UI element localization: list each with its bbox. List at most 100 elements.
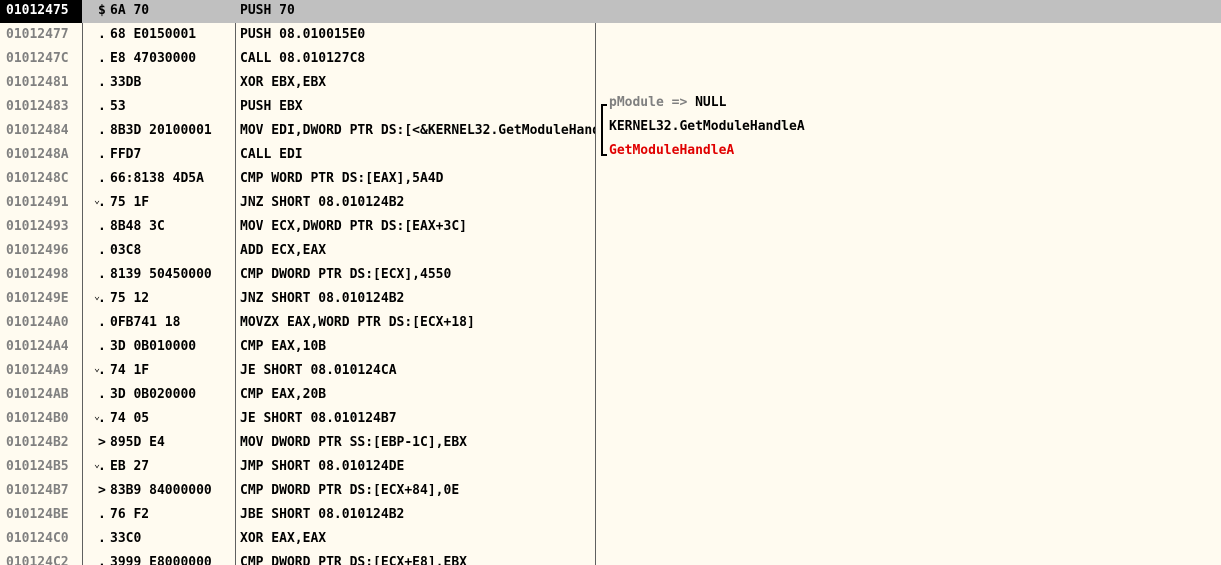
- disassembly-cell: PUSH 08.010015E0: [240, 27, 366, 42]
- disasm-row[interactable]: 0101248C. 66:8138 4D5A CMP WORD PTR DS:[EA…: [0, 167, 1221, 191]
- hex-dump-cell: . 53: [90, 95, 236, 119]
- disasm-row[interactable]: 010124B7 >83B9 84000000 CMP DWORD PTR DS:[…: [0, 479, 1221, 503]
- flow-marker: .: [98, 51, 106, 66]
- hex-dump-cell: . 03C8: [90, 239, 236, 263]
- disasm-row[interactable]: 01012477. 68 E0150001 PUSH 08.010015E0: [0, 23, 1221, 47]
- jump-down-icon: .: [90, 287, 110, 311]
- hex-bytes: FFD7: [110, 147, 142, 162]
- address-cell: 0101247C: [6, 51, 69, 66]
- address-cell: 01012483: [6, 99, 69, 114]
- address-cell: 010124C0: [6, 531, 69, 546]
- hex-bytes: 53: [110, 99, 126, 114]
- flow-marker: .: [98, 27, 106, 42]
- flow-marker: .: [98, 243, 106, 258]
- disassembly-cell: PUSH EBX: [240, 99, 303, 114]
- hex-bytes: 895D E4: [110, 435, 165, 450]
- hex-dump-cell: . 3D 0B010000: [90, 335, 236, 359]
- address-cell: 01012493: [6, 219, 69, 234]
- hex-dump-cell: .75 1F: [90, 191, 236, 215]
- address-cell: 010124AB: [6, 387, 69, 402]
- comment-arrow: =>: [663, 95, 696, 110]
- disasm-row[interactable]: 01012493. 8B48 3C MOV ECX,DWORD PTR DS:[EA…: [0, 215, 1221, 239]
- disassembly-cell: XOR EAX,EAX: [240, 531, 327, 546]
- disasm-row[interactable]: 0101247C. E8 47030000 CALL 08.010127C8: [0, 47, 1221, 71]
- flow-marker: .: [98, 555, 106, 565]
- disassembly-cell: CMP DWORD PTR DS:[ECX],4550: [240, 267, 452, 282]
- hex-bytes: 33C0: [110, 531, 142, 546]
- address-cell: 010124A0: [6, 315, 69, 330]
- hex-dump-cell: $6A 70: [90, 0, 236, 23]
- address-cell: 01012491: [6, 195, 69, 210]
- hex-bytes: 03C8: [110, 243, 142, 258]
- disassembly-cell: MOV EDI,DWORD PTR DS:[<&KERNEL32.GetModu…: [240, 123, 595, 138]
- flow-marker: .: [98, 123, 106, 138]
- disasm-row[interactable]: 01012491 .75 1F JNZ SHORT 08.010124B2: [0, 191, 1221, 215]
- hex-bytes: 3D 0B010000: [110, 339, 197, 354]
- disasm-row[interactable]: 010124AB. 3D 0B020000 CMP EAX,20B: [0, 383, 1221, 407]
- disassembly-cell: JMP SHORT 08.010124DE: [240, 459, 405, 474]
- address-cell: 010124A4: [6, 339, 69, 354]
- disasm-row[interactable]: 010124B2 >895D E4 MOV DWORD PTR SS:[EBP-1C…: [0, 431, 1221, 455]
- flow-marker: .: [98, 171, 106, 186]
- disasm-row[interactable]: 01012498 . 8139 50450000 CMP DWORD PTR DS:[…: [0, 263, 1221, 287]
- hex-bytes: 8139 50450000: [110, 267, 212, 282]
- hex-bytes: 66:8138 4D5A: [110, 171, 204, 186]
- hex-dump-cell: . FFD7: [90, 143, 236, 167]
- address-cell: 01012496: [6, 243, 69, 258]
- flow-marker: >: [98, 483, 106, 498]
- address-cell: 0101248C: [6, 171, 69, 186]
- disasm-row[interactable]: 01012496. 03C8 ADD ECX,EAX: [0, 239, 1221, 263]
- hex-bytes: 8B3D 20100001: [110, 123, 212, 138]
- disasm-row[interactable]: 010124A4. 3D 0B010000 CMP EAX,10B: [0, 335, 1221, 359]
- disassembly-cell: CMP WORD PTR DS:[EAX],5A4D: [240, 171, 444, 186]
- comment-param-name: pModule: [609, 95, 664, 110]
- hex-bytes: 3999 E8000000: [110, 555, 212, 565]
- disasm-row[interactable]: 01012481. 33DB XOR EBX,EBX: [0, 71, 1221, 95]
- disassembly-cell: JE SHORT 08.010124B7: [240, 411, 397, 426]
- disasm-row[interactable]: 010124A0 . 0FB741 18 MOVZX EAX,WORD PTR DS:…: [0, 311, 1221, 335]
- disassembly-cell: PUSH 70: [240, 3, 295, 18]
- hex-dump-cell: . 3999 E8000000: [90, 551, 236, 565]
- flow-marker: .: [98, 147, 106, 162]
- hex-dump-cell: .76 F2: [90, 503, 236, 527]
- disasm-row[interactable]: 010124B0.74 05JE SHORT 08.010124B7: [0, 407, 1221, 431]
- disassembly-cell: MOV ECX,DWORD PTR DS:[EAX+3C]: [240, 219, 467, 234]
- hex-bytes: EB 27: [110, 459, 150, 474]
- hex-dump-cell: . 0FB741 18: [90, 311, 236, 335]
- disasm-row[interactable]: 010124BE.76 F2JBE SHORT 08.010124B2: [0, 503, 1221, 527]
- disassembly-cell: MOVZX EAX,WORD PTR DS:[ECX+18]: [240, 315, 475, 330]
- hex-bytes: 68 E0150001: [110, 27, 197, 42]
- hex-dump-cell: .74 1F: [90, 359, 236, 383]
- flow-marker: .: [98, 339, 106, 354]
- disassembly-cell: JNZ SHORT 08.010124B2: [240, 291, 405, 306]
- disasm-row[interactable]: 010124A9.74 1FJE SHORT 08.010124CA: [0, 359, 1221, 383]
- hex-dump-cell: . 8139 50450000: [90, 263, 236, 287]
- hex-bytes: E8 47030000: [110, 51, 197, 66]
- disassembly-pane[interactable]: 01012475 $6A 70 PUSH 70 01012477. 68 E015000…: [0, 0, 1221, 565]
- hex-bytes: 3D 0B020000: [110, 387, 197, 402]
- disasm-row[interactable]: 0101249E.75 12JNZ SHORT 08.010124B2: [0, 287, 1221, 311]
- address-cell: 01012481: [6, 75, 69, 90]
- comment-value: NULL: [695, 95, 727, 110]
- comment-cell: pModule => NULL: [609, 95, 726, 119]
- hex-dump-cell: . 3D 0B020000: [90, 383, 236, 407]
- flow-marker: >: [98, 435, 106, 450]
- hex-dump-cell: . 68 E0150001: [90, 23, 236, 47]
- hex-dump-cell: . E8 47030000: [90, 47, 236, 71]
- disassembly-cell: MOV DWORD PTR SS:[EBP-1C],EBX: [240, 435, 467, 450]
- disassembly-cell: JNZ SHORT 08.010124B2: [240, 195, 405, 210]
- jump-down-icon: .: [90, 191, 110, 215]
- flow-marker: .: [98, 99, 106, 114]
- hex-dump-cell: .74 05: [90, 407, 236, 431]
- jump-down-icon: .: [90, 359, 110, 383]
- hex-bytes: 75 12: [110, 291, 150, 306]
- disasm-row[interactable]: 010124C2. 3999 E8000000 CMP DWORD PTR DS:[…: [0, 551, 1221, 565]
- address-cell: 01012498: [6, 267, 69, 282]
- disasm-row[interactable]: 010124C0. 33C0 XOR EAX,EAX: [0, 527, 1221, 551]
- disasm-row[interactable]: 01012475 $6A 70 PUSH 70: [0, 0, 1221, 23]
- hex-dump-cell: . 66:8138 4D5A: [90, 167, 236, 191]
- address-cell: 0101249E: [6, 291, 69, 306]
- disasm-row[interactable]: 010124B5.EB 27JMP SHORT 08.010124DE: [0, 455, 1221, 479]
- api-name-label: GetModuleHandleA: [609, 143, 735, 158]
- hex-dump-cell: .75 12: [90, 287, 236, 311]
